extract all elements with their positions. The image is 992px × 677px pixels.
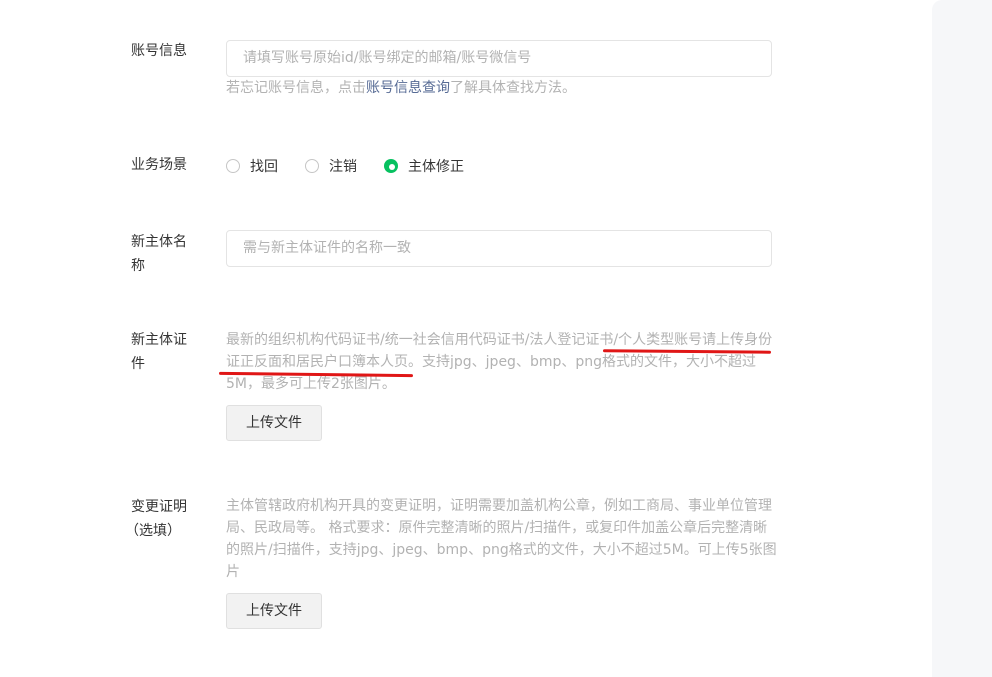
- new-entity-name-label: 新主体名称: [131, 234, 187, 274]
- new-entity-cert-label: 新主体证件: [131, 332, 187, 372]
- radio-option-cancel[interactable]: 注销: [305, 156, 357, 176]
- account-info-placeholder: 请填写账号原始id/账号绑定的邮箱/账号微信号: [243, 50, 532, 66]
- change-proof-label: 变更证明 （选填）: [125, 495, 203, 543]
- account-info-query-link[interactable]: 账号信息查询: [366, 80, 450, 96]
- upload-change-proof-button[interactable]: 上传文件: [226, 593, 322, 629]
- account-info-hint-prefix: 若忘记账号信息，点击: [226, 80, 366, 96]
- business-scene-radio-group: 找回 注销 主体修正: [226, 154, 491, 178]
- change-proof-label-main: 变更证明: [131, 499, 187, 515]
- radio-option-entity-correction[interactable]: 主体修正: [384, 156, 464, 176]
- radio-checked-icon: [384, 159, 398, 173]
- business-scene-label: 业务场景: [131, 157, 187, 173]
- account-info-hint-suffix: 了解具体查找方法。: [450, 80, 576, 96]
- new-entity-name-placeholder: 需与新主体证件的名称一致: [243, 240, 411, 256]
- change-proof-label-optional: （选填）: [125, 523, 181, 539]
- new-entity-cert-hint: 最新的组织机构代码证书/统一社会信用代码证书/法人登记证书/个人类型账号请上传身…: [226, 332, 773, 392]
- radio-label-recover: 找回: [250, 159, 278, 175]
- new-entity-name-input[interactable]: 需与新主体证件的名称一致: [226, 230, 772, 267]
- upload-cert-button[interactable]: 上传文件: [226, 405, 322, 441]
- right-side-panel: [932, 0, 992, 677]
- radio-label-entity-correction: 主体修正: [408, 159, 464, 175]
- radio-unchecked-icon: [305, 159, 319, 173]
- radio-option-recover[interactable]: 找回: [226, 156, 278, 176]
- account-info-label: 账号信息: [131, 43, 187, 59]
- account-info-hint: 若忘记账号信息，点击账号信息查询了解具体查找方法。: [226, 77, 778, 99]
- change-proof-hint: 主体管辖政府机构开具的变更证明，证明需要加盖机构公章，例如工商局、事业单位管理局…: [226, 498, 777, 580]
- radio-label-cancel: 注销: [329, 159, 357, 175]
- account-info-input[interactable]: 请填写账号原始id/账号绑定的邮箱/账号微信号: [226, 40, 772, 77]
- radio-unchecked-icon: [226, 159, 240, 173]
